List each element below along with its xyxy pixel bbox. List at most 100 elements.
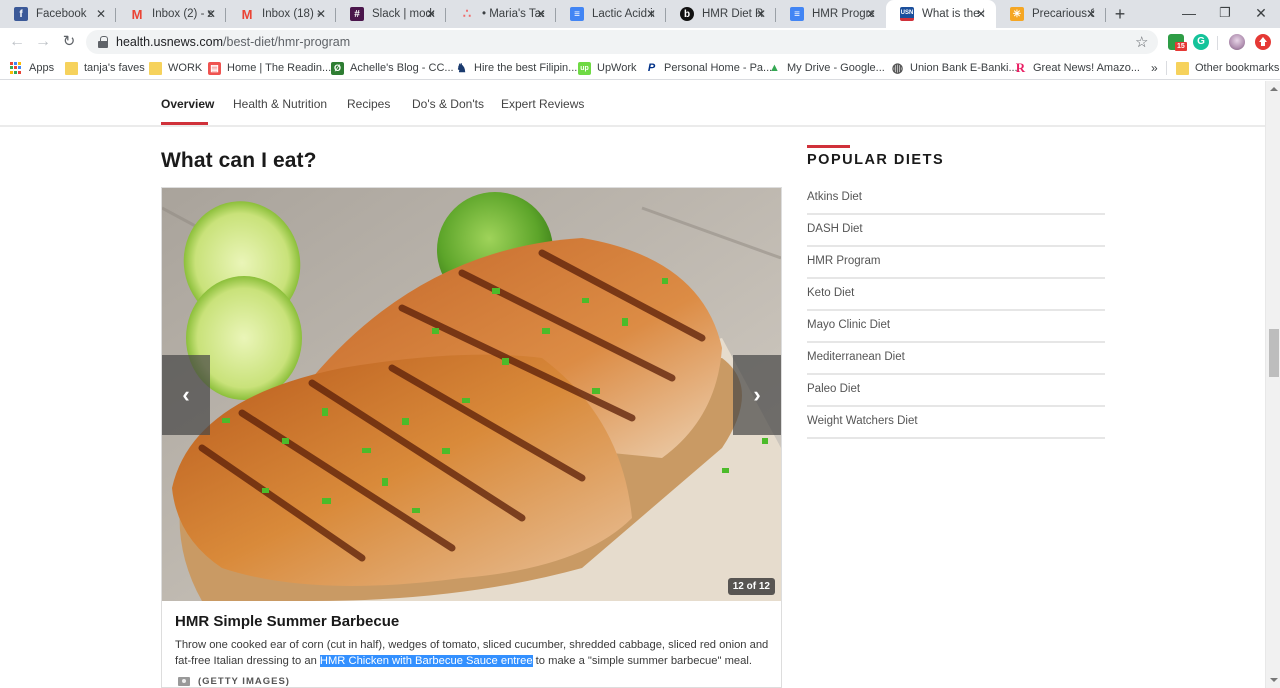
tab-hmr-program[interactable]: ≡ HMR Program ✕ bbox=[776, 0, 886, 28]
forward-button[interactable]: → bbox=[33, 32, 53, 52]
facebook-icon: f bbox=[14, 7, 28, 21]
bookmark-folder-tanjas-faves[interactable]: tanja's faves bbox=[65, 60, 145, 76]
close-tab-icon[interactable]: ✕ bbox=[1084, 7, 1098, 21]
slideshow: ‹ › 12 of 12 HMR Simple Summer Barbecue … bbox=[161, 187, 782, 688]
nav-expert-reviews[interactable]: Expert Reviews bbox=[501, 97, 584, 111]
photo-credit: (GETTY IMAGES) bbox=[178, 676, 290, 687]
tab-slack[interactable]: # Slack | moder ✕ bbox=[336, 0, 446, 28]
reload-button[interactable]: ↻ bbox=[59, 32, 79, 52]
bookmark-great-news[interactable]: R Great News! Amazo... bbox=[1014, 60, 1140, 76]
grammarly-icon[interactable]: G bbox=[1193, 34, 1209, 50]
section-heading: What can I eat? bbox=[161, 149, 317, 172]
diet-link-hmr[interactable]: HMR Program bbox=[807, 247, 1105, 279]
close-tab-icon[interactable]: ✕ bbox=[534, 7, 548, 21]
diet-link-dash[interactable]: DASH Diet bbox=[807, 215, 1105, 247]
diet-link-paleo[interactable]: Paleo Diet bbox=[807, 375, 1105, 407]
upwork-icon: up bbox=[578, 61, 591, 75]
site-icon: ▤ bbox=[208, 61, 221, 75]
extension-check-icon[interactable]: 15 bbox=[1168, 34, 1187, 51]
scrollbar-thumb[interactable] bbox=[1269, 329, 1279, 377]
diet-link-mayo-clinic[interactable]: Mayo Clinic Diet bbox=[807, 311, 1105, 343]
diet-link-weight-watchers[interactable]: Weight Watchers Diet bbox=[807, 407, 1105, 439]
scroll-up-arrow-icon[interactable] bbox=[1270, 87, 1278, 91]
close-tab-icon[interactable]: ✕ bbox=[94, 7, 108, 21]
tab-what-is-hmr-active[interactable]: USN What is the H ✕ bbox=[886, 0, 996, 28]
bookmark-apps[interactable]: Apps bbox=[10, 60, 54, 76]
bookmark-upwork[interactable]: up UpWork bbox=[578, 60, 637, 76]
page-scrollbar[interactable] bbox=[1265, 81, 1280, 688]
address-bar[interactable]: health.usnews.com/best-diet/hmr-program bbox=[86, 30, 1158, 54]
bookmark-star-icon[interactable]: ☆ bbox=[1135, 33, 1148, 51]
next-slide-button[interactable]: › bbox=[733, 355, 781, 435]
tab-inbox-2[interactable]: M Inbox (2) - sai ✕ bbox=[116, 0, 226, 28]
close-tab-icon[interactable]: ✕ bbox=[644, 7, 658, 21]
scroll-down-arrow-icon[interactable] bbox=[1270, 678, 1278, 682]
tab-precarious[interactable]: ✳ Precarious Sy ✕ bbox=[996, 0, 1106, 28]
bookmark-folder-work[interactable]: WORK bbox=[149, 60, 202, 76]
page-content: Overview Health & Nutrition Recipes Do's… bbox=[0, 81, 1265, 688]
browser-toolbar: ← → ↻ health.usnews.com/best-diet/hmr-pr… bbox=[0, 28, 1280, 56]
site-icon: ✳ bbox=[1010, 7, 1024, 21]
bookmark-other-bookmarks[interactable]: Other bookmarks bbox=[1176, 60, 1279, 76]
back-button[interactable]: ← bbox=[7, 32, 27, 52]
google-docs-icon: ≡ bbox=[790, 7, 804, 21]
slide-counter: 12 of 12 bbox=[727, 578, 775, 595]
site-icon: b bbox=[680, 7, 694, 21]
nav-overview[interactable]: Overview bbox=[161, 97, 214, 111]
hmr-chicken-entree-link[interactable]: HMR Chicken with Barbecue Sauce entree bbox=[319, 654, 533, 667]
slide-photo-grilled-chicken: ‹ › 12 of 12 bbox=[162, 188, 781, 601]
tab-asana[interactable]: ∴ • Maria's Task ✕ bbox=[446, 0, 556, 28]
tab-title: Facebook bbox=[36, 8, 87, 20]
close-tab-icon[interactable]: ✕ bbox=[204, 7, 218, 21]
url-host: health.usnews.com bbox=[116, 35, 224, 49]
url-path: /best-diet/hmr-program bbox=[223, 35, 351, 49]
chevron-right-icon: › bbox=[753, 382, 761, 407]
bookmark-google-drive[interactable]: ▲ My Drive - Google... bbox=[768, 60, 885, 76]
apps-grid-icon bbox=[10, 61, 23, 75]
new-tab-button[interactable]: + bbox=[1110, 4, 1130, 24]
folder-icon bbox=[65, 61, 78, 75]
popular-diets-list: Atkins Diet DASH Diet HMR Program Keto D… bbox=[807, 183, 1105, 439]
bookmark-union-bank[interactable]: ◍ Union Bank E-Banki... bbox=[891, 60, 1018, 76]
close-tab-icon[interactable]: ✕ bbox=[424, 7, 438, 21]
slide-caption-title: HMR Simple Summer Barbecue bbox=[175, 613, 400, 630]
bookmarks-divider bbox=[1166, 61, 1167, 75]
toolbar-divider bbox=[1217, 36, 1218, 50]
usnews-icon: USN bbox=[900, 7, 914, 21]
tab-hmr-diet-review[interactable]: b HMR Diet Rev ✕ bbox=[666, 0, 776, 28]
tab-facebook[interactable]: f Facebook ✕ bbox=[0, 0, 116, 28]
nav-health-nutrition[interactable]: Health & Nutrition bbox=[233, 97, 327, 111]
diet-link-keto[interactable]: Keto Diet bbox=[807, 279, 1105, 311]
nav-recipes[interactable]: Recipes bbox=[347, 97, 390, 111]
tab-inbox-18[interactable]: M Inbox (18) - m ✕ bbox=[226, 0, 336, 28]
folder-icon bbox=[149, 61, 162, 75]
close-tab-icon[interactable]: ✕ bbox=[974, 7, 988, 21]
tab-lactic-acid[interactable]: ≡ Lactic Acid in ✕ bbox=[556, 0, 666, 28]
nav-dos-donts[interactable]: Do's & Don'ts bbox=[412, 97, 484, 111]
bookmarks-bar: Apps tanja's faves WORK ▤ Home | The Rea… bbox=[0, 56, 1280, 80]
lock-icon bbox=[98, 36, 108, 48]
close-tab-icon[interactable]: ✕ bbox=[754, 7, 768, 21]
site-icon: R bbox=[1015, 60, 1026, 75]
diet-link-mediterranean[interactable]: Mediterranean Diet bbox=[807, 343, 1105, 375]
site-icon: ♞ bbox=[456, 61, 467, 75]
google-drive-icon: ▲ bbox=[769, 62, 780, 74]
slide-caption-text: Throw one cooked ear of corn (cut in hal… bbox=[175, 639, 769, 667]
gmail-icon: M bbox=[241, 6, 253, 22]
browser-tab-strip: f Facebook ✕ M Inbox (2) - sai ✕ M Inbox… bbox=[0, 0, 1280, 28]
bookmark-home-reading[interactable]: ▤ Home | The Readin... bbox=[208, 60, 331, 76]
diet-link-atkins[interactable]: Atkins Diet bbox=[807, 183, 1105, 215]
previous-slide-button[interactable]: ‹ bbox=[162, 355, 210, 435]
google-docs-icon: ≡ bbox=[570, 7, 584, 21]
grilled-chicken-illustration bbox=[162, 188, 781, 601]
bookmark-paypal[interactable]: P Personal Home - Pa... bbox=[645, 60, 772, 76]
chevron-left-icon: ‹ bbox=[182, 382, 190, 407]
bookmark-achelles-blog[interactable]: Ø Achelle's Blog - CC... bbox=[331, 60, 454, 76]
profile-avatar[interactable] bbox=[1229, 34, 1245, 50]
bookmarks-overflow-button[interactable]: » bbox=[1151, 60, 1158, 76]
close-tab-icon[interactable]: ✕ bbox=[864, 7, 878, 21]
bookmark-hire-filipino[interactable]: ♞ Hire the best Filipin... bbox=[455, 60, 577, 76]
extension-upload-icon[interactable] bbox=[1255, 34, 1271, 50]
close-tab-icon[interactable]: ✕ bbox=[314, 7, 328, 21]
close-window-button[interactable]: ✕ bbox=[1238, 0, 1280, 28]
